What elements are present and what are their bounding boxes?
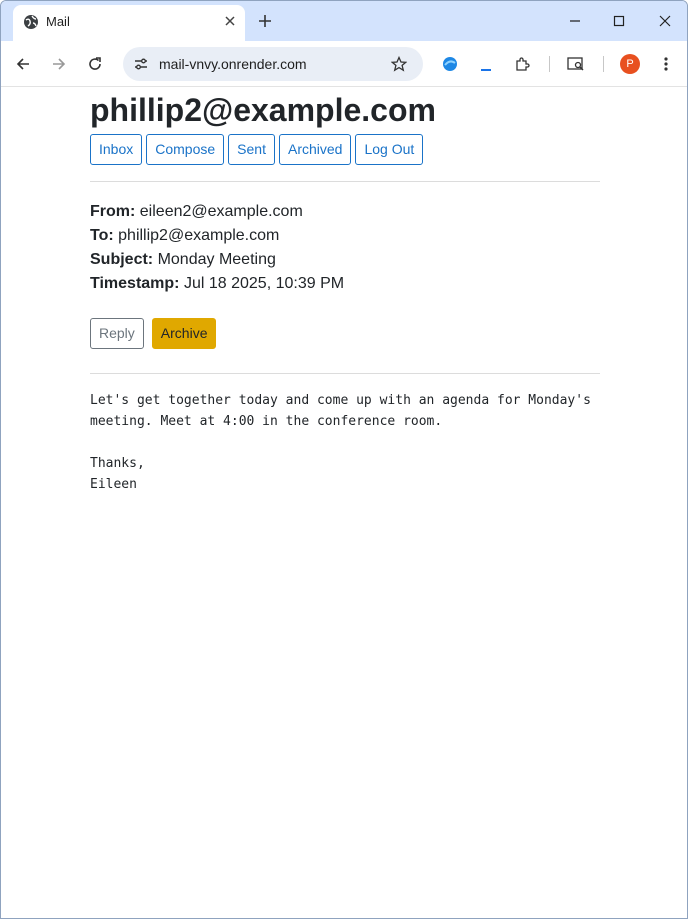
menu-icon[interactable] — [654, 52, 678, 76]
subject-row: Subject: Monday Meeting — [90, 248, 344, 272]
forward-icon[interactable] — [47, 52, 71, 76]
from-label: From: — [90, 203, 136, 220]
reply-button[interactable]: Reply — [90, 318, 144, 349]
from-row: From: eileen2@example.com — [90, 200, 344, 224]
minimize-icon[interactable] — [563, 9, 587, 33]
tab-title: Mail — [46, 14, 70, 29]
divider — [90, 373, 600, 374]
mail-nav: Inbox Compose Sent Archived Log Out — [90, 134, 424, 165]
maximize-icon[interactable] — [607, 9, 631, 33]
email-actions: Reply Archive — [90, 318, 217, 349]
tab-strip: Mail — [1, 1, 687, 41]
puzzle-icon[interactable] — [510, 52, 534, 76]
browser-window: Mail mail-vnvy.onrender.com P phillip2@e… — [0, 0, 688, 919]
timestamp-row: Timestamp: Jul 18 2025, 10:39 PM — [90, 272, 344, 296]
search-tabs-icon[interactable] — [564, 52, 588, 76]
globe-icon — [23, 14, 39, 30]
email-metadata: From: eileen2@example.com To: phillip2@e… — [90, 200, 344, 296]
extension-icon[interactable] — [438, 52, 462, 76]
user-email-heading: phillip2@example.com — [90, 92, 436, 128]
email-body: Let's get together today and come up wit… — [90, 393, 591, 492]
plus-icon[interactable] — [255, 11, 275, 31]
toolbar-divider — [549, 56, 550, 72]
close-icon[interactable] — [221, 12, 239, 30]
downloads-icon[interactable] — [474, 52, 498, 76]
inbox-button[interactable]: Inbox — [90, 134, 143, 165]
close-window-icon[interactable] — [653, 9, 677, 33]
address-bar[interactable]: mail-vnvy.onrender.com — [123, 47, 423, 81]
archived-button[interactable]: Archived — [278, 134, 352, 165]
profile-avatar[interactable]: P — [620, 54, 640, 74]
archive-button[interactable]: Archive — [151, 318, 217, 349]
subject-label: Subject: — [90, 251, 154, 268]
url-text: mail-vnvy.onrender.com — [159, 56, 307, 72]
subject-value: Monday Meeting — [157, 251, 276, 268]
site-settings-icon[interactable] — [131, 54, 151, 74]
divider — [90, 181, 600, 182]
toolbar-divider — [603, 56, 604, 72]
timestamp-value: Jul 18 2025, 10:39 PM — [183, 275, 345, 292]
to-row: To: phillip2@example.com — [90, 224, 344, 248]
sent-button[interactable]: Sent — [228, 134, 275, 165]
logout-button[interactable]: Log Out — [355, 134, 424, 165]
timestamp-label: Timestamp: — [90, 275, 180, 292]
page-content: phillip2@example.com Inbox Compose Sent … — [1, 88, 687, 918]
from-value: eileen2@example.com — [139, 203, 303, 220]
to-value: phillip2@example.com — [118, 227, 280, 244]
compose-button[interactable]: Compose — [146, 134, 225, 165]
reload-icon[interactable] — [83, 52, 107, 76]
to-label: To: — [90, 227, 114, 244]
star-icon[interactable] — [389, 54, 409, 74]
back-icon[interactable] — [11, 52, 35, 76]
browser-toolbar: mail-vnvy.onrender.com P — [1, 41, 687, 87]
tab-mail[interactable]: Mail — [13, 5, 245, 41]
